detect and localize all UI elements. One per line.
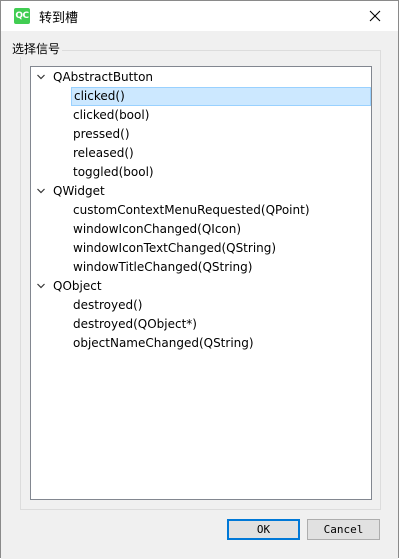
tree-item-label: QObject [53,279,102,293]
tree-item-label: QAbstractButton [53,70,154,84]
tree-group-qabstractbutton[interactable]: QAbstractButton [31,68,371,87]
tree-signal-item[interactable]: windowIconChanged(QIcon) [31,220,371,239]
chevron-down-icon[interactable] [36,281,46,291]
title-bar[interactable]: QC 转到槽 [1,1,398,31]
tree-item-label: clicked() [71,87,371,106]
tree-signal-item[interactable]: pressed() [31,125,371,144]
tree-item-label: destroyed() [73,298,143,312]
tree-signal-item[interactable]: clicked(bool) [31,106,371,125]
window-title: 转到槽 [39,11,79,26]
tree-signal-item[interactable]: destroyed(QObject*) [31,315,371,334]
tree-signal-item[interactable]: objectNameChanged(QString) [31,334,371,353]
tree-item-label: customContextMenuRequested(QPoint) [73,203,310,217]
tree-signal-item[interactable]: released() [31,144,371,163]
tree-item-label: pressed() [73,127,130,141]
tree-item-label: clicked(bool) [73,108,150,122]
tree-item-label: QWidget [53,184,105,198]
tree-signal-item[interactable]: clicked() [31,87,371,106]
tree-item-label: windowTitleChanged(QString) [73,260,253,274]
tree-group-qwidget[interactable]: QWidget [31,182,371,201]
tree-signal-item[interactable]: destroyed() [31,296,371,315]
tree-signal-item[interactable]: toggled(bool) [31,163,371,182]
groupbox-title: 选择信号 [10,40,63,57]
ok-button[interactable]: OK [227,519,300,540]
chevron-down-icon[interactable] [36,72,46,82]
tree-group-qobject[interactable]: QObject [31,277,371,296]
chevron-down-icon[interactable] [36,186,46,196]
close-button[interactable] [352,1,398,31]
tree-signal-item[interactable]: windowIconTextChanged(QString) [31,239,371,258]
cancel-button[interactable]: Cancel [307,519,380,540]
tree-item-label: objectNameChanged(QString) [73,336,254,350]
go-to-slot-dialog: QC 转到槽 选择信号 QAbstractButton clicked() clic… [0,0,399,559]
tree-signal-item[interactable]: customContextMenuRequested(QPoint) [31,201,371,220]
tree-item-label: windowIconTextChanged(QString) [73,241,277,255]
tree-signal-item[interactable]: windowTitleChanged(QString) [31,258,371,277]
signal-tree-view[interactable]: QAbstractButton clicked() clicked(bool) pre… [30,66,372,500]
tree-item-label: toggled(bool) [73,165,154,179]
close-icon [369,10,381,22]
qt-creator-app-icon: QC [14,8,30,24]
dialog-body: 选择信号 QAbstractButton clicked() clicked(boo… [1,31,398,559]
tree-item-label: windowIconChanged(QIcon) [73,222,242,236]
tree-item-label: released() [73,146,134,160]
tree-item-label: destroyed(QObject*) [73,317,197,331]
